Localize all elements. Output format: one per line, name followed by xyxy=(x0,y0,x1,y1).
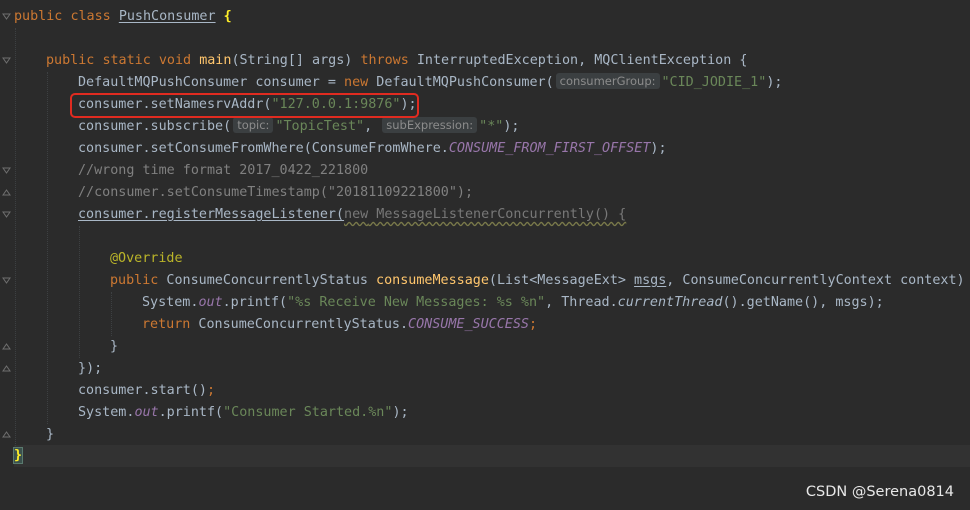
fold-arrow-icon[interactable] xyxy=(2,167,11,175)
code-text: ); xyxy=(503,119,520,134)
string-literal: "*" xyxy=(479,119,504,134)
code-text: ); xyxy=(766,75,783,90)
code-line-close-listener[interactable]: }); xyxy=(78,358,102,380)
fold-arrow-icon[interactable] xyxy=(2,13,11,21)
constant: CONSUME_FROM_FIRST_OFFSET xyxy=(448,141,651,156)
constant: CONSUME_SUCCESS xyxy=(408,317,529,332)
keyword: class xyxy=(70,9,111,24)
fold-arrow-icon[interactable] xyxy=(2,343,11,351)
fold-arrow-icon[interactable] xyxy=(2,431,11,439)
code-text: DefaultMQPushConsumer( xyxy=(368,75,554,90)
parameter-hint: subExpression: xyxy=(382,117,478,133)
code-line-register-listener[interactable]: consumer.registerMessageListener(new Mes… xyxy=(78,204,626,226)
code-line-start[interactable]: consumer.start(); xyxy=(78,380,215,402)
indent-guide xyxy=(79,226,80,358)
code-text: DefaultMQPushConsumer consumer = xyxy=(78,75,345,90)
code-text: System. xyxy=(78,405,135,420)
code-text: .printf( xyxy=(222,295,288,310)
code-text: consumer.setConsumeFromWhere(ConsumeFrom… xyxy=(78,141,449,156)
code-text: ConsumeConcurrentlyStatus. xyxy=(190,317,409,332)
fold-arrow-icon[interactable] xyxy=(2,277,11,285)
keyword: void xyxy=(158,53,192,68)
code-line-class-declaration[interactable]: public class PushConsumer { xyxy=(14,6,232,28)
code-line-printf[interactable]: System.out.printf("%s Receive New Messag… xyxy=(142,292,884,314)
code-line-printf[interactable]: System.out.printf("Consumer Started.%n")… xyxy=(78,402,409,424)
code-line-close-class[interactable]: } xyxy=(12,445,24,467)
semicolon: ; xyxy=(528,317,538,332)
code-line-close-brace[interactable]: } xyxy=(46,424,54,446)
code-text: , xyxy=(364,119,381,134)
code-editor[interactable]: public class PushConsumer { public stati… xyxy=(0,0,970,510)
string-literal: "TopicTest" xyxy=(275,119,365,134)
code-text: ); xyxy=(86,361,103,376)
parameter-hint: consumerGroup: xyxy=(555,73,660,89)
string-literal: "%s Receive New Messages: %s %n" xyxy=(287,295,546,310)
code-text: consumer.registerMessageListener( xyxy=(78,207,345,222)
code-text: .printf( xyxy=(158,405,224,420)
params: , ConsumeConcurrentlyContext context) { xyxy=(666,273,970,288)
keyword: return xyxy=(142,317,191,332)
keyword: public xyxy=(110,273,159,288)
string-literal: "Consumer Started.%n" xyxy=(223,405,393,420)
keyword: throws xyxy=(360,53,409,68)
fold-arrow-icon[interactable] xyxy=(2,211,11,219)
code-line-consume-message[interactable]: public ConsumeConcurrentlyStatus consume… xyxy=(110,270,970,292)
class-name[interactable]: PushConsumer xyxy=(119,9,216,24)
exceptions: InterruptedException, MQClientException … xyxy=(408,53,748,68)
watermark: CSDN @Serena0814 xyxy=(805,484,954,500)
code-line-annotation[interactable]: @Override xyxy=(110,248,183,270)
method-name[interactable]: consumeMessage xyxy=(376,273,489,288)
return-type: ConsumeConcurrentlyStatus xyxy=(158,273,377,288)
param-name: msgs xyxy=(634,273,667,288)
open-brace: { xyxy=(223,9,232,24)
code-text: ().getName(), msgs); xyxy=(722,295,884,310)
parameter-hint: topic: xyxy=(233,117,274,133)
code-line-consume-from-where[interactable]: consumer.setConsumeFromWhere(ConsumeFrom… xyxy=(78,138,667,160)
code-line-comment[interactable]: //wrong time format 2017_0422_221800 xyxy=(78,160,368,182)
editor-gutter xyxy=(0,0,14,510)
indent-guide xyxy=(15,28,16,448)
code-line-main-declaration[interactable]: public static void main(String[] args) t… xyxy=(46,50,747,72)
static-method: currentThread xyxy=(617,295,723,310)
code-line-subscribe[interactable]: consumer.subscribe(topic: "TopicTest", su… xyxy=(78,116,519,138)
code-text: System. xyxy=(142,295,199,310)
indent-guide xyxy=(111,292,112,336)
keyword: new xyxy=(344,75,369,90)
string-literal: "CID_JODIE_1" xyxy=(661,75,767,90)
highlight-box xyxy=(70,93,419,118)
static-field: out xyxy=(134,405,159,420)
code-text: ); xyxy=(392,405,409,420)
anonymous-class: MessageListenerConcurrently() { xyxy=(368,207,627,222)
current-line-highlight xyxy=(0,445,970,467)
semicolon: ; xyxy=(207,383,216,398)
method-name[interactable]: main xyxy=(199,53,231,68)
keyword: static xyxy=(102,53,151,68)
keyword: public xyxy=(14,9,63,24)
static-field: out xyxy=(198,295,223,310)
code-line-consumer-declaration[interactable]: DefaultMQPushConsumer consumer = new Def… xyxy=(78,72,782,94)
matched-brace: } xyxy=(12,447,24,464)
fold-arrow-icon[interactable] xyxy=(2,57,11,65)
keyword: public xyxy=(46,53,95,68)
code-text: ); xyxy=(650,141,667,156)
params: (List<MessageExt> xyxy=(488,273,635,288)
code-line-return[interactable]: return ConsumeConcurrentlyStatus.CONSUME… xyxy=(142,314,537,336)
fold-arrow-icon[interactable] xyxy=(2,365,11,373)
code-text: consumer.subscribe( xyxy=(78,119,232,134)
code-text: , Thread. xyxy=(545,295,618,310)
code-line-close-brace[interactable]: } xyxy=(110,336,118,358)
keyword: new xyxy=(344,207,369,222)
close-brace: } xyxy=(78,361,87,376)
params: (String[] args) xyxy=(231,53,361,68)
indent-guide xyxy=(47,72,48,424)
code-text: consumer.start() xyxy=(78,383,207,398)
fold-arrow-icon[interactable] xyxy=(2,189,11,197)
code-line-comment[interactable]: //consumer.setConsumeTimestamp("20181109… xyxy=(78,182,473,204)
